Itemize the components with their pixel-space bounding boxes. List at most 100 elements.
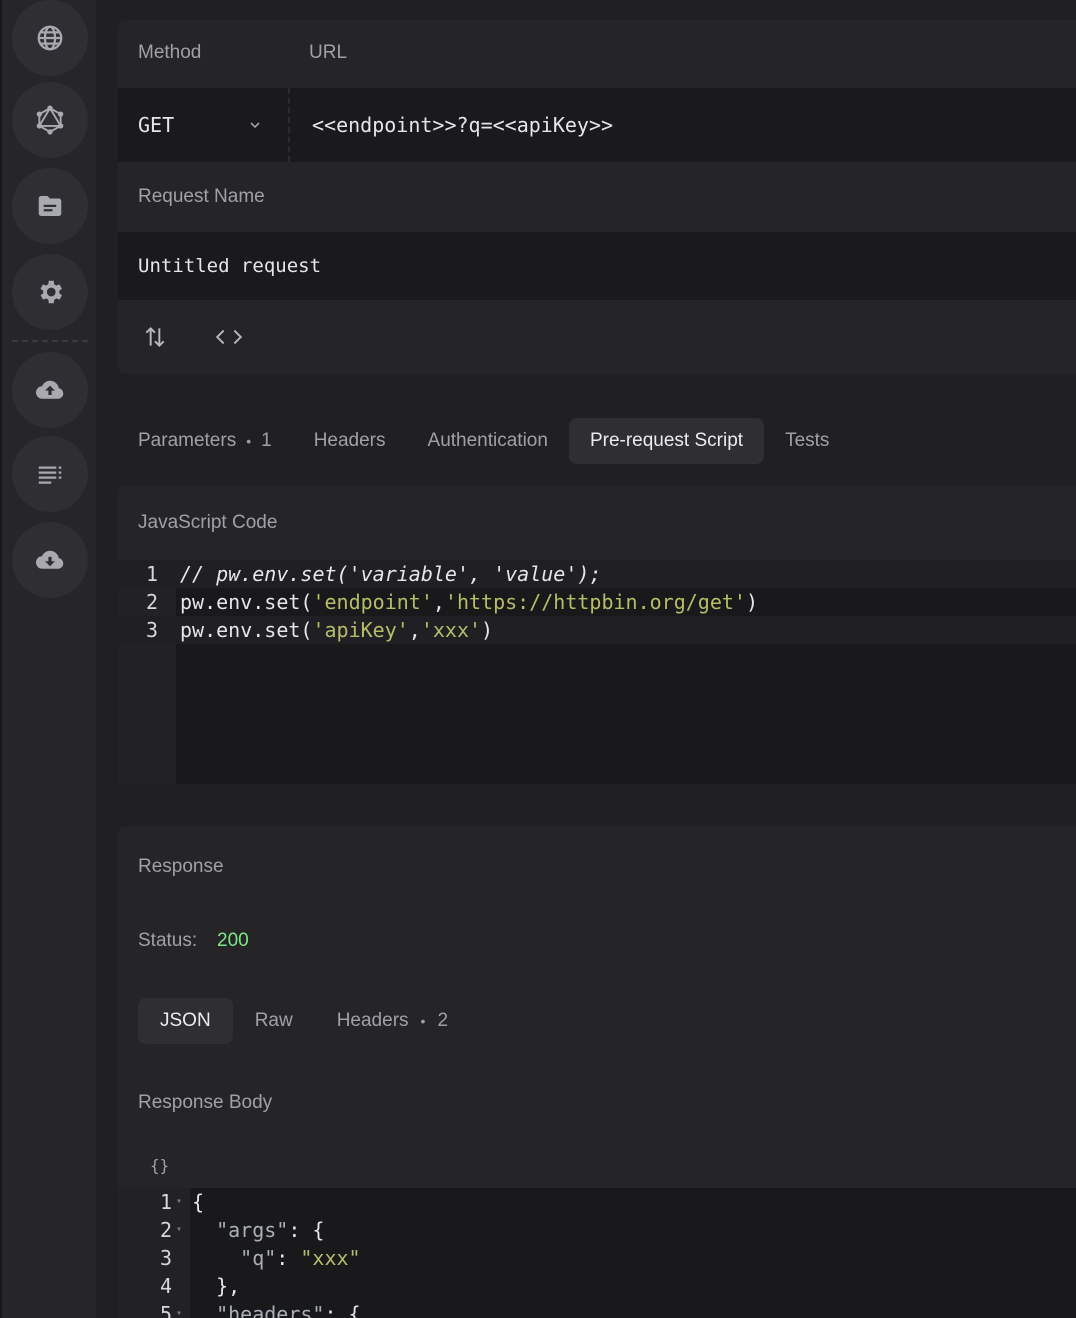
- tab-tests[interactable]: Tests: [764, 418, 850, 464]
- settings-icon: [40, 280, 63, 304]
- import-curl-button[interactable]: [142, 324, 168, 350]
- code-token: ,: [408, 618, 421, 642]
- method-select[interactable]: GET: [118, 88, 288, 162]
- json-line: 4 },: [118, 1272, 1076, 1300]
- nav-realtime-button[interactable]: [12, 0, 88, 76]
- line-number: 5: [159, 1302, 172, 1318]
- nav-sync-download-button[interactable]: [12, 522, 88, 598]
- nav-graphql-button[interactable]: [12, 82, 88, 158]
- fold-arrow-icon[interactable]: ▾: [176, 1188, 182, 1216]
- tab-separator-dot: •: [420, 1013, 426, 1029]
- generate-code-button[interactable]: [214, 324, 244, 350]
- tab-raw[interactable]: Raw: [233, 998, 315, 1044]
- script-editor[interactable]: 1 // pw.env.set('variable', 'value'); 2 …: [118, 560, 1076, 784]
- tab-headers-label: Headers: [313, 430, 386, 451]
- chevron-down-icon: [250, 122, 260, 129]
- line-number: 1: [145, 562, 158, 586]
- json-line: 1 ▾ {: [118, 1188, 1076, 1216]
- response-tabs: JSON Raw Headers • 2: [138, 998, 470, 1044]
- line-number: 1: [159, 1190, 172, 1214]
- nav-settings-button[interactable]: [12, 254, 88, 330]
- url-value: <<endpoint>>?q=<<apiKey>>: [312, 113, 614, 137]
- line-number: 2: [145, 590, 158, 614]
- json-line: 3 "q": "xxx": [118, 1244, 1076, 1272]
- json-key: "args": [192, 1218, 289, 1242]
- code-line: 1 // pw.env.set('variable', 'value');: [118, 560, 1076, 588]
- response-body-editor[interactable]: 1 ▾ { 2 ▾ "args": { 3 "q": "xxx" 4 }, 5 …: [118, 1188, 1076, 1318]
- request-name-value: Untitled request: [138, 255, 322, 277]
- line-number: 3: [145, 618, 158, 642]
- code-token: ,: [432, 590, 445, 614]
- line-number: 4: [159, 1274, 172, 1298]
- tab-authentication-label: Authentication: [427, 430, 548, 451]
- tab-headers[interactable]: Headers: [293, 418, 407, 464]
- code-token: pw.env.set(: [180, 618, 313, 642]
- tab-separator-dot: •: [246, 433, 252, 449]
- nav-collections-button[interactable]: [12, 168, 88, 244]
- sidebar: [0, 0, 96, 1318]
- main-panel: Method URL GET <<endpoint>>?q=<<apiKey>>…: [96, 0, 1076, 1318]
- json-text: {: [192, 1190, 205, 1214]
- line-number: 2: [159, 1218, 172, 1242]
- code-text: // pw.env.set('variable', 'value');: [180, 562, 602, 586]
- fold-arrow-icon[interactable]: ▾: [176, 1216, 182, 1244]
- tab-parameters-label: Parameters: [138, 430, 237, 451]
- request-name-input[interactable]: Untitled request: [118, 232, 1076, 300]
- url-label: URL: [309, 42, 348, 63]
- tab-authentication[interactable]: Authentication: [407, 418, 569, 464]
- json-punct: : {: [288, 1218, 325, 1242]
- globe-icon: [37, 25, 63, 51]
- code-icon: [215, 329, 243, 345]
- request-name-label: Request Name: [138, 186, 265, 207]
- code-line: 2 pw.env.set('endpoint','https://httpbin…: [118, 588, 1076, 616]
- json-punct: : {: [324, 1302, 361, 1318]
- code-token: pw.env.set(: [180, 590, 313, 614]
- tab-raw-label: Raw: [254, 1010, 293, 1031]
- nav-logs-button[interactable]: [12, 436, 88, 512]
- graphql-icon: [36, 105, 64, 135]
- sidebar-divider: [12, 340, 88, 342]
- nav-sync-upload-button[interactable]: [12, 352, 88, 428]
- response-card: Response Status: 200 JSON Raw Headers • …: [118, 826, 1076, 1318]
- tab-response-headers-label: Headers: [336, 1010, 409, 1031]
- collections-icon: [38, 196, 62, 216]
- code-token: ): [745, 590, 758, 614]
- code-token: 'https://httpbin.org/get': [444, 590, 746, 614]
- response-title: Response: [138, 856, 224, 877]
- tab-response-headers[interactable]: Headers • 2: [315, 998, 470, 1044]
- code-token: 'xxx': [420, 618, 482, 642]
- json-key: "q": [192, 1246, 277, 1270]
- tab-parameters[interactable]: Parameters • 1: [118, 418, 293, 464]
- tab-parameters-count: 1: [261, 430, 272, 451]
- logs-icon: [38, 466, 62, 484]
- json-key: "headers": [192, 1302, 325, 1318]
- cloud-download-icon: [35, 550, 64, 569]
- method-value: GET: [138, 113, 175, 137]
- transfer-icon: [145, 326, 165, 348]
- script-card: JavaScript Code 1 // pw.env.set('variabl…: [118, 486, 1076, 784]
- json-string: "xxx": [300, 1246, 361, 1270]
- tab-pre-request-script-label: Pre-request Script: [589, 430, 744, 451]
- json-line: 2 ▾ "args": {: [118, 1216, 1076, 1244]
- tab-json-label: JSON: [160, 1010, 211, 1031]
- status-label: Status:: [138, 930, 198, 951]
- json-text: "args": {: [192, 1216, 324, 1244]
- code-text: pw.env.set('endpoint','https://httpbin.o…: [180, 588, 758, 616]
- code-token: 'apiKey': [312, 618, 409, 642]
- tab-pre-request-script[interactable]: Pre-request Script: [568, 418, 765, 464]
- code-text: pw.env.set('apiKey','xxx'): [180, 616, 493, 644]
- request-tabs: Parameters • 1 Headers Authentication Pr…: [118, 418, 850, 464]
- status-value: 200: [217, 930, 249, 951]
- method-label: Method: [138, 42, 202, 63]
- code-token: 'endpoint': [312, 590, 433, 614]
- url-input[interactable]: <<endpoint>>?q=<<apiKey>>: [290, 88, 1076, 162]
- code-line: 3 pw.env.set('apiKey','xxx'): [118, 616, 1076, 644]
- json-braces-icon: {}: [150, 1156, 170, 1175]
- line-number: 3: [159, 1246, 172, 1270]
- json-line: 5 ▾ "headers": {: [118, 1300, 1076, 1318]
- tab-tests-label: Tests: [785, 430, 830, 451]
- script-title: JavaScript Code: [138, 512, 278, 533]
- tab-json[interactable]: JSON: [138, 998, 233, 1044]
- json-text: "q": "xxx": [192, 1244, 361, 1272]
- fold-arrow-icon[interactable]: ▾: [176, 1300, 182, 1318]
